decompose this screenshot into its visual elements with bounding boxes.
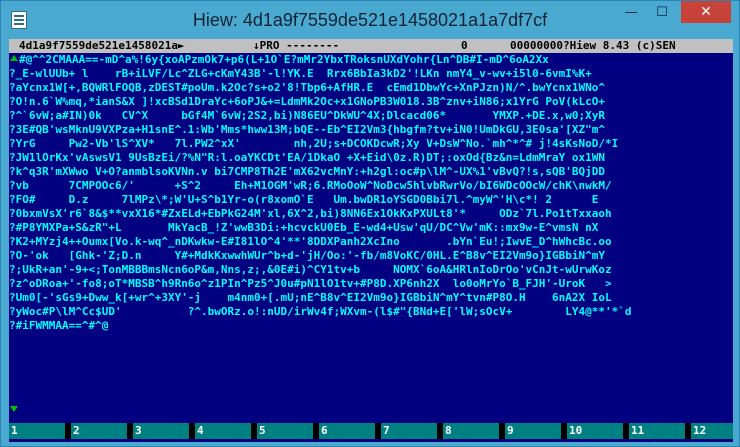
text-line-content: O!n.6`W%mq,*ianS&X ]!xcBSd1DraYc+6oPJ&+=… [15,95,606,108]
text-line-content: ;UkR+an'-9+<;TonMBBBmsNcn6oP&m,Nns,z;,&0… [15,263,612,276]
text-line: ?z^oDRoa+'-fo8;oT*MBSB^h9Rn6o^z1PIn^Pz5^… [9,277,612,290]
text-line: ?3E#QB'wsMknU9VXPza+H1snE^.1:Wb'Mms*hww1… [9,123,606,136]
text-line-content: #P8YMXPa+S&zR"+L MkYacB_!Z'wwB3Di:+hcvck… [15,221,599,234]
text-line-content: _E-wlUUb+ l rB+iLVF/Lc^ZLG+cKmY43B'-l!YK… [15,67,592,80]
text-line: ?YrG Pw2-Vb'lS^XV* 7l.PW2^xX' nh,2U;s+DC… [9,137,619,150]
text-line: ?JW1lOrKx'vAswsV1 9UsBzEi/?%N"R:l.oaYKCD… [9,151,606,164]
text-line-content: ^`6vW;a#IN)0k CV^X bGf4M`6vW;2S2,bi)N86E… [15,109,606,122]
maximize-button[interactable]: ☐ [647,1,677,23]
text-line-content: 0bxmVsX'r6`8&$**vxX16*#ZxELd+EbPkG24M'xl… [15,207,612,220]
text-line-content: vb 7CMPOOc6/' +S^2 Eh+M1OGM'wR;6.RMoOoW^… [15,179,612,192]
text-line: ?_E-wlUUb+ l rB+iLVF/Lc^ZLG+cKmY43B'-l!Y… [9,67,592,80]
text-line-content: K2+MYzj4++Oumx[Vo.k-wq^_nDKwkw-E#I81lO^4… [15,235,612,248]
status-column: 0 [461,39,468,52]
hiew-console[interactable]: 4d1a9f7559de521e1458021a► ↓PRO -------- … [9,39,733,442]
fkey-10[interactable]: 10 [567,423,623,439]
text-line: ?yWoc#P\lM^Cc$UD' ?^.bwORz.o!:nUD/irWv4f… [9,305,632,318]
text-line-content: yWoc#P\lM^Cc$UD' ?^.bwORz.o!:nUD/irWv4f;… [15,305,632,318]
text-line-content: #iFWMMAA==^#^@ [15,319,109,332]
text-line-content: FO# D.z 7lMPz\*;W'U+S^b1Yr-o(r8xomO`E Um… [15,193,599,206]
fkey-8[interactable]: 8 [443,423,499,439]
text-line-content: z^oDRoa+'-fo8;oT*MBSB^h9Rn6o^z1PIn^Pz5^J… [15,277,612,290]
fkey-11[interactable]: 11 [629,423,685,439]
text-line: ?^`6vW;a#IN)0k CV^X bGf4M`6vW;2S2,bi)N86… [9,109,606,122]
text-line: ?aYcnx1W[+,BQWRlFOQB,zDEST#poUm.k2Oc?s+o… [9,81,606,94]
fkey-2[interactable]: 2 [71,423,127,439]
hiew-status-bar: 4d1a9f7559de521e1458021a► ↓PRO -------- … [9,39,733,53]
title-bar[interactable]: Hiew: 4d1a9f7559de521e1458021a1a7df7cf —… [1,1,739,39]
fkey-3[interactable]: 3 [133,423,189,439]
text-line-content: JW1lOrKx'vAswsV1 9UsBzEi/?%N"R:l.oaYKCDt… [15,151,606,164]
hiew-window: Hiew: 4d1a9f7559de521e1458021a1a7df7cf —… [0,0,740,447]
status-offset-version: 00000000?Hiew 8.43 (c)SEN [510,39,676,52]
text-line: ?O!n.6`W%mq,*ianS&X ]!xcBSd1DraYc+6oPJ&+… [9,95,606,108]
text-line-content: O-'ok [Ghk-'Z;D.n Y#+MdkKxwwhWUr^b+d-'jH… [15,249,606,262]
text-line: ?FO# D.z 7lMPz\*;W'U+S^b1Yr-o(r8xomO`E U… [9,193,599,206]
text-line: ?0bxmVsX'r6`8&$**vxX16*#ZxELd+EbPkG24M'x… [9,207,612,220]
text-line-content: aYcnx1W[+,BQWRlFOQB,zDEST#poUm.k2Oc?s+o2… [15,81,606,94]
fkey-1[interactable]: 1 [9,423,65,439]
fkey-6[interactable]: 6 [319,423,375,439]
status-filename: 4d1a9f7559de521e1458021a► [19,39,185,52]
text-line: ?#P8YMXPa+S&zR"+L MkYacB_!Z'wwB3Di:+hcvc… [9,221,599,234]
fkey-5[interactable]: 5 [257,423,313,439]
text-line: ?;UkR+an'-9+<;TonMBBBmsNcn6oP&m,Nns,z;,&… [9,263,612,276]
status-mode: ↓PRO -------- [253,39,340,52]
text-line: ?K2+MYzj4++Oumx[Vo.k-wq^_nDKwkw-E#I81lO^… [9,235,612,248]
fkey-7[interactable]: 7 [381,423,437,439]
text-line-content: Um0[-'sGs9+Dww_k[+wr^+3XY'-j m4nm0+[.mU;… [15,291,612,304]
fkey-4[interactable]: 4 [195,423,251,439]
text-view[interactable]: #@^^2CMAAA==-mD^a%!6y{xoAPzmOk7+p6(L+1O`… [9,53,733,420]
text-line: ?Um0[-'sGs9+Dww_k[+wr^+3XY'-j m4nm0+[.mU… [9,291,612,304]
text-line: ?vb 7CMPOOc6/' +S^2 Eh+M1OGM'wR;6.RMoOoW… [9,179,612,192]
text-line-content: k^q3R'mXWwo V+O?anmblsoKVNn.v bi7CMP8Th2… [15,165,606,178]
text-line: ?#iFWMMAA==^#^@ [9,319,109,332]
minimize-button[interactable]: — [616,1,646,23]
close-button[interactable]: ✕ [681,1,731,23]
fkey-12[interactable]: 12 [691,423,733,439]
function-key-bar: 1 2 3 4 5 6 7 8 9 10 11 12 [9,423,733,439]
text-line-content: 3E#QB'wsMknU9VXPza+H1snE^.1:Wb'Mms*hww13… [15,123,606,136]
text-line: ?O-'ok [Ghk-'Z;D.n Y#+MdkKxwwhWUr^b+d-'j… [9,249,606,262]
text-line-content: YrG Pw2-Vb'lS^XV* 7l.PW2^xX' nh,2U;s+DCO… [15,137,619,150]
text-line: ?k^q3R'mXWwo V+O?anmblsoKVNn.v bi7CMP8Th… [9,165,606,178]
fkey-9[interactable]: 9 [505,423,561,439]
text-line: #@^^2CMAAA==-mD^a%!6y{xoAPzmOk7+p6(L+1O`… [19,53,549,66]
